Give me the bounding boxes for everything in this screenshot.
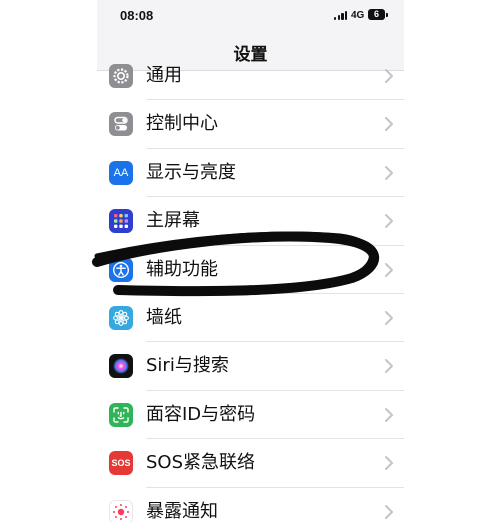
- battery-icon: 6: [368, 9, 385, 20]
- settings-row-label: 主屏幕: [146, 210, 200, 232]
- chevron-right-icon: [385, 407, 393, 422]
- settings-row-label: 面容ID与密码: [146, 403, 256, 425]
- toggle-switches-icon: [109, 112, 133, 137]
- settings-row-label: Siri与搜索: [146, 355, 229, 377]
- settings-row-accessibility[interactable]: 辅助功能: [97, 246, 404, 294]
- gear-icon: [109, 64, 133, 88]
- settings-row-wallpaper[interactable]: 墙纸: [97, 294, 404, 343]
- status-bar: 08:08 4G 6: [97, 0, 404, 32]
- app-grid-icon: [109, 209, 133, 234]
- chevron-right-icon: [385, 117, 393, 132]
- settings-row-control-center[interactable]: 控制中心: [97, 100, 404, 149]
- battery-level: 6: [373, 9, 379, 19]
- flower-icon: [109, 305, 133, 330]
- chevron-right-icon: [385, 359, 393, 374]
- face-id-icon: [109, 402, 133, 427]
- settings-row-home-screen[interactable]: 主屏幕: [97, 197, 404, 246]
- chevron-right-icon: [385, 165, 393, 180]
- settings-row-display-brightness[interactable]: AA 显示与亮度: [97, 149, 404, 198]
- chevron-right-icon: [385, 214, 393, 229]
- settings-row-siri-search[interactable]: Siri与搜索: [97, 342, 404, 391]
- cellular-signal-icon: [334, 11, 348, 20]
- settings-row-general[interactable]: 通用: [97, 52, 404, 101]
- chevron-right-icon: [385, 69, 393, 83]
- chevron-right-icon: [385, 504, 393, 519]
- exposure-icon: [109, 499, 133, 522]
- accessibility-icon: [109, 257, 133, 282]
- chevron-right-icon: [385, 310, 393, 325]
- phone-screen: 08:08 4G 6 设置 通用 控制中心 AA 显示与亮度 主屏幕 辅助功能 …: [97, 0, 404, 522]
- settings-row-emergency-sos[interactable]: SOS SOS紧急联络: [97, 439, 404, 488]
- settings-row-label: 墙纸: [146, 306, 182, 328]
- status-time: 08:08: [120, 8, 154, 23]
- siri-icon: [109, 354, 133, 379]
- sos-icon: SOS: [109, 451, 133, 476]
- settings-row-exposure-notifications[interactable]: 暴露通知: [97, 488, 404, 522]
- settings-row-label: 控制中心: [146, 113, 218, 135]
- chevron-right-icon: [385, 262, 393, 277]
- chevron-right-icon: [385, 456, 393, 471]
- settings-row-label: 通用: [146, 65, 182, 86]
- settings-row-label: 暴露通知: [146, 500, 218, 522]
- sos-icon-text: SOS: [111, 458, 131, 469]
- settings-row-label: 显示与亮度: [146, 161, 236, 183]
- settings-list: 通用 控制中心 AA 显示与亮度 主屏幕 辅助功能 墙纸 Siri与搜索 面容I…: [97, 52, 404, 522]
- settings-row-label: SOS紧急联络: [146, 452, 256, 474]
- battery-tip: [386, 13, 388, 17]
- network-type: 4G: [351, 10, 365, 21]
- aa-text-icon: AA: [109, 160, 133, 185]
- settings-row-face-id-passcode[interactable]: 面容ID与密码: [97, 391, 404, 440]
- settings-row-label: 辅助功能: [146, 258, 218, 280]
